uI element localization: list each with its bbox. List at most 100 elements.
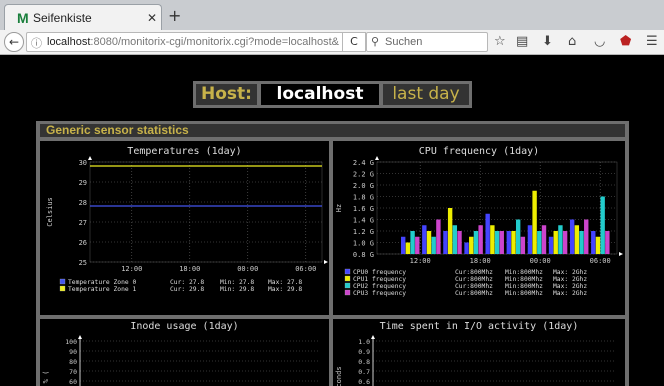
navigation-bar: ← ⓘ localhost:8080/monitorix-cgi/monitor… <box>0 30 664 55</box>
temperatures-chart: 30 29 28 27 26 25 12:00 18:00 00:00 06:00 Celsius T… <box>46 156 328 293</box>
tab-title: Seifenkiste <box>33 11 92 25</box>
inode-usage-panel: Inode usage (1day) 100 90 80 70 60% ( <box>40 319 329 386</box>
pocket-icon[interactable]: ◡ <box>594 34 605 49</box>
back-button[interactable]: ← <box>4 32 24 52</box>
host-value: localhost <box>261 84 379 105</box>
cpu-bar <box>558 225 563 254</box>
cpu-bar <box>541 225 547 254</box>
inode-y-tick: 70 <box>69 368 77 376</box>
cpu-frequency-chart: 2.4 G 2.2 G 2.0 G 1.8 G 1.6 G 1.4 G 1.2 G 1.0 G… <box>335 156 623 297</box>
temp-y-tick: 29 <box>79 179 87 187</box>
cpu-bar <box>464 242 469 254</box>
cpu-bar <box>478 225 483 254</box>
close-tab-icon[interactable]: ✕ <box>147 11 157 25</box>
cpu-bar <box>405 242 411 254</box>
cpu-legend-cur: Cur:800Mhz <box>455 283 493 290</box>
search-icon: ⚲ <box>371 35 380 48</box>
cpu-bar <box>469 236 474 254</box>
io-y-tick: 0.9 <box>358 348 370 356</box>
cpu-bar <box>443 231 448 254</box>
io-y-arrow <box>371 335 375 339</box>
search-input[interactable]: Suchen <box>385 36 422 48</box>
cpu-legend-cur: Cur:800Mhz <box>455 276 493 283</box>
cpu-legend-swatch <box>344 275 351 282</box>
monitorix-logo-icon: M <box>17 10 29 26</box>
info-icon[interactable]: ⓘ <box>31 35 42 51</box>
cpu-bar <box>415 236 420 254</box>
cpu-legend-swatch <box>344 268 351 275</box>
temp-x-tick: 18:00 <box>179 265 200 273</box>
browser-tab[interactable]: M Seifenkiste ✕ <box>4 4 162 31</box>
reload-button[interactable]: C <box>342 32 366 52</box>
tab-bar: M Seifenkiste ✕ + <box>0 0 664 31</box>
io-activity-panel: Time spent in I/O activity (1day) 1.0 0.9… <box>333 319 625 386</box>
cpu-bar <box>436 219 441 254</box>
cpu-legend-name: CPU2 frequency <box>353 283 406 290</box>
host-header: Host: localhost last day <box>193 81 472 108</box>
inode-usage-chart: 100 90 80 70 60 % ( <box>42 335 319 386</box>
cpu-bar <box>401 236 406 254</box>
cpu-bar <box>515 219 521 254</box>
url-bar[interactable]: ⓘ localhost:8080/monitorix-cgi/monitorix… <box>26 32 348 52</box>
new-tab-icon[interactable]: + <box>168 6 181 25</box>
cpu-frequency-panel: CPU frequency (1day) 2.4 G 2.2 G 2.0 G 1.8 … <box>333 141 625 315</box>
cpu-bar <box>537 231 542 254</box>
inode-y-tick: 100 <box>65 338 77 346</box>
cpu-bar <box>591 231 596 254</box>
star-icon[interactable]: ☆ <box>494 34 506 49</box>
inode-y-tick: 90 <box>69 348 77 356</box>
menu-icon[interactable]: ☰ <box>646 34 658 49</box>
cpu-legend-max: Max: 2Ghz <box>553 276 587 283</box>
url-text[interactable]: localhost:8080/monitorix-cgi/monitorix.c… <box>47 36 339 48</box>
cpu-bar <box>457 231 462 254</box>
temp-x-arrow <box>324 260 328 264</box>
cpu-bar <box>426 231 432 254</box>
download-icon[interactable]: ⬇ <box>542 34 553 49</box>
cpu-bar <box>499 231 504 254</box>
inode-y-tick: 60 <box>69 378 77 386</box>
cpu-bar <box>506 231 511 254</box>
period-label: last day <box>383 84 469 105</box>
cpu-x-tick: 00:00 <box>530 257 551 265</box>
cpu-legend-cur: Cur:800Mhz <box>455 290 493 297</box>
cpu-bar <box>574 225 580 254</box>
cpu-bar <box>579 231 584 254</box>
cpu-legend-swatch <box>344 289 351 296</box>
cpu-legend-min: Min:800Mhz <box>505 290 543 297</box>
cpu-legend-name: CPU0 frequency <box>353 269 406 276</box>
cpu-bar <box>431 236 436 254</box>
cpu-y-tick: 0.8 G <box>353 251 374 259</box>
cpu-y-label: Hz <box>335 204 343 212</box>
temp-y-tick: 25 <box>79 259 87 267</box>
cpu-bar <box>422 225 427 254</box>
cpu-y-tick: 1.6 G <box>353 205 374 213</box>
cpu-bar <box>520 236 526 254</box>
cpu-bar <box>584 219 589 254</box>
ublock-icon[interactable]: ⬟ <box>620 34 631 49</box>
cpu-bar <box>553 231 558 254</box>
io-y-tick: 0.6 <box>358 378 370 386</box>
temp-legend-name: Temperature Zone 0 <box>68 279 136 286</box>
temp-y-arrow <box>88 156 92 160</box>
cpu-y-arrow <box>375 156 379 160</box>
cpu-bar <box>473 231 479 254</box>
io-y-tick: 0.7 <box>358 368 370 376</box>
cpu-bar <box>447 208 453 254</box>
temp-legend-swatch <box>59 285 66 292</box>
cpu-y-tick: 1.4 G <box>353 217 374 225</box>
search-bar[interactable]: ⚲ Suchen <box>366 32 488 52</box>
cpu-x-tick: 12:00 <box>410 257 431 265</box>
cpu-y-tick: 1.2 G <box>353 228 374 236</box>
inode-y-tick: 80 <box>69 358 77 366</box>
home-icon[interactable]: ⌂ <box>568 34 576 49</box>
cpu-bar <box>562 231 568 254</box>
cpu-bar <box>410 231 415 254</box>
cpu-bar <box>490 225 495 254</box>
cpu-bar <box>600 196 605 254</box>
cpu-y-tick: 2.0 G <box>353 182 374 190</box>
cpu-bar <box>532 190 537 254</box>
temperatures-panel: Temperatures (1day) 30 29 28 27 26 25 12:00 18:… <box>40 141 329 315</box>
temp-y-label: Celsius <box>46 197 54 227</box>
reading-list-icon[interactable]: ▤ <box>516 34 528 49</box>
cpu-legend-max: Max: 2Ghz <box>553 290 587 297</box>
